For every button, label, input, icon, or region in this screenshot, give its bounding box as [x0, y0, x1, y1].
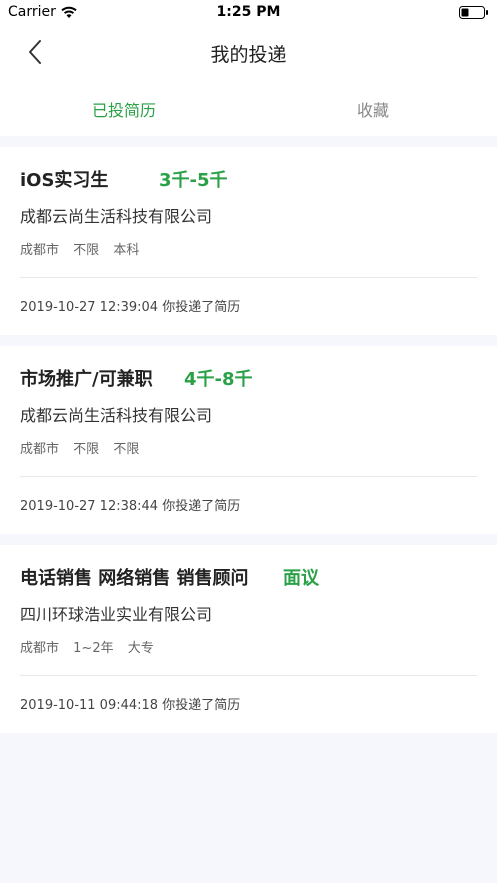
job-tags: 成都市 1~2年 大专 [20, 637, 164, 656]
applied-time: 2019-10-11 09:44:18 你投递了简历 [20, 698, 241, 713]
nav-bar: 我的投递 [0, 26, 497, 78]
education-tag: 大专 [127, 641, 154, 656]
location-tag: 成都市 [20, 641, 60, 656]
divider [20, 277, 477, 278]
salary: 面议 [283, 568, 319, 589]
status-bar: Carrier 1:25 PM [0, 0, 497, 26]
experience-tag: 1~2年 [73, 641, 114, 656]
education-tag: 不限 [113, 442, 140, 457]
tab-applied[interactable]: 已投简历 [92, 97, 156, 121]
battery-icon [459, 6, 488, 19]
salary: 3千-5千 [159, 170, 228, 191]
application-card[interactable]: iOS实习生 3千-5千 成都云尚生活科技有限公司 成都市 不限 本科 2019… [0, 147, 497, 335]
company-name: 成都云尚生活科技有限公司 [20, 207, 213, 226]
job-title: iOS实习生 [20, 170, 109, 191]
job-title: 市场推广/可兼职 [20, 369, 153, 390]
experience-tag: 不限 [73, 243, 100, 258]
applied-time: 2019-10-27 12:39:04 你投递了简历 [20, 300, 241, 315]
clock: 1:25 PM [216, 4, 281, 20]
company-name: 成都云尚生活科技有限公司 [20, 406, 213, 425]
tab-saved[interactable]: 收藏 [357, 97, 389, 121]
divider [20, 675, 477, 676]
location-tag: 成都市 [20, 243, 60, 258]
tab-bar: 已投简历 收藏 [0, 78, 497, 136]
location-tag: 成都市 [20, 442, 60, 457]
salary: 4千-8千 [184, 369, 253, 390]
experience-tag: 不限 [73, 442, 100, 457]
job-tags: 成都市 不限 不限 [20, 438, 149, 457]
applied-time: 2019-10-27 12:38:44 你投递了简历 [20, 499, 241, 514]
company-name: 四川环球浩业实业有限公司 [20, 605, 213, 624]
application-card[interactable]: 电话销售 网络销售 销售顾问 面议 四川环球浩业实业有限公司 成都市 1~2年 … [0, 545, 497, 733]
education-tag: 本科 [113, 243, 140, 258]
application-card[interactable]: 市场推广/可兼职 4千-8千 成都云尚生活科技有限公司 成都市 不限 不限 20… [0, 346, 497, 534]
job-title: 电话销售 网络销售 销售顾问 [20, 568, 249, 589]
page-title: 我的投递 [210, 44, 287, 66]
job-tags: 成都市 不限 本科 [20, 239, 149, 258]
divider [20, 476, 477, 477]
